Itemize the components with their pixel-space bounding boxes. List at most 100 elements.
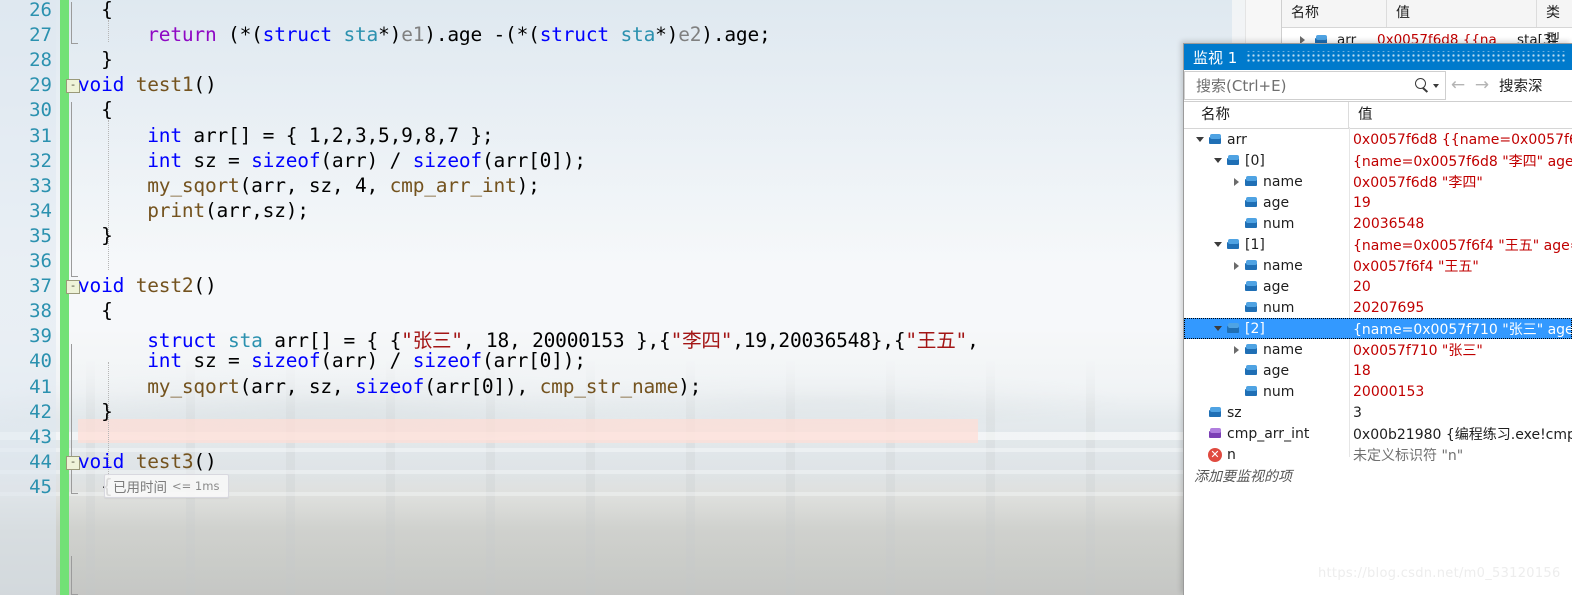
search-input[interactable] (1194, 75, 1415, 96)
code-line[interactable]: return (*(struct sta*)e1).age -(*(struct… (78, 23, 770, 46)
watch-row-name-cell[interactable]: age (1184, 195, 1349, 211)
code-lines[interactable]: 26 {27 return (*(struct sta*)e1).age -(*… (0, 0, 1281, 595)
code-editor[interactable]: 26 {27 return (*(struct sta*)e1).age -(*… (0, 0, 1281, 595)
code-line[interactable]: my_sqort(arr, sz, 4, cmp_arr_int); (78, 174, 540, 197)
watch-row[interactable]: ✕ n 未定义标识符 "n" (1184, 444, 1572, 465)
chevron-right-icon[interactable] (1230, 259, 1243, 272)
watch-window-titlebar[interactable]: 监视 1 (1184, 44, 1572, 70)
watch-window[interactable]: 监视 1 ← → 搜索深 名称 值 arr 0x0057f6d8 {{name=0… (1183, 43, 1572, 595)
watch-row-name-cell[interactable]: ✕ n (1184, 447, 1349, 463)
code-token: cmp_str_name (539, 374, 679, 398)
code-line[interactable]: my_sqort(arr, sz, sizeof(arr[0]), cmp_st… (78, 375, 701, 398)
code-line[interactable]: int arr[] = { 1,2,3,5,9,8,7 }; (78, 124, 493, 147)
locals-column-value[interactable]: 值 (1387, 0, 1537, 27)
search-depth-label[interactable]: 搜索深 (1499, 75, 1543, 96)
watch-row[interactable]: num 20036548 (1184, 213, 1572, 234)
watch-row-value[interactable]: 0x0057f6f4 "王五" (1349, 256, 1572, 276)
watch-row-value[interactable]: {name=0x0057f710 "张三" age= (1349, 319, 1572, 339)
watch-row-name-cell[interactable]: num (1184, 384, 1349, 400)
watch-row[interactable]: name 0x0057f710 "张三" (1184, 339, 1572, 360)
watch-row-value[interactable]: 0x0057f6d8 {{name=0x0057f6d8 (1349, 132, 1572, 148)
chevron-down-icon[interactable] (1212, 154, 1225, 167)
search-previous-button[interactable]: ← (1446, 71, 1470, 100)
code-line[interactable]: int sz = sizeof(arr) / sizeof(arr[0]); (78, 149, 586, 172)
watch-row-name-cell[interactable]: arr (1184, 132, 1349, 148)
watch-row-value[interactable]: 0x0057f710 "张三" (1349, 340, 1572, 360)
chevron-down-icon[interactable] (1194, 133, 1207, 146)
watch-row-value[interactable]: 20207695 (1349, 300, 1572, 316)
watch-row-name-cell[interactable]: age (1184, 279, 1349, 295)
watch-row-name-cell[interactable]: cmp_arr_int (1184, 426, 1349, 442)
watch-row-value[interactable]: 未定义标识符 "n" (1349, 445, 1572, 465)
watch-row-value[interactable]: 0x00b21980 {编程练习.exe!cmp_ (1349, 424, 1572, 444)
watch-row[interactable]: num 20207695 (1184, 297, 1572, 318)
line-number: 42 (29, 400, 52, 423)
watch-row-name: arr (1227, 131, 1247, 148)
watch-row-name-cell[interactable]: [2] (1184, 321, 1349, 337)
watch-row-value[interactable]: 20036548 (1349, 216, 1572, 232)
watch-row[interactable]: name 0x0057f6f4 "王五" (1184, 255, 1572, 276)
watch-row[interactable]: age 18 (1184, 360, 1572, 381)
search-icon[interactable] (1415, 78, 1430, 93)
watch-row-name-cell[interactable]: [1] (1184, 237, 1349, 253)
watch-row-name-cell[interactable]: name (1184, 258, 1349, 274)
watch-row-value[interactable]: 20 (1349, 279, 1572, 295)
code-line[interactable]: void test3() (78, 450, 217, 473)
code-line[interactable]: void test2() (78, 274, 217, 297)
code-line[interactable]: void test1() (78, 73, 217, 96)
watch-row[interactable]: sz 3 (1184, 402, 1572, 423)
watch-search-bar[interactable]: ← → 搜索深 (1184, 70, 1572, 102)
locals-column-name[interactable]: 名称 (1282, 0, 1387, 27)
watch-column-value[interactable]: 值 (1349, 102, 1572, 128)
line-number: 29 (29, 74, 52, 97)
watch-row[interactable]: arr 0x0057f6d8 {{name=0x0057f6d8 (1184, 129, 1572, 150)
code-line[interactable]: } (78, 224, 113, 247)
chevron-right-icon[interactable] (1230, 343, 1243, 356)
watch-row-value[interactable]: 3 (1349, 405, 1572, 421)
search-box[interactable] (1184, 71, 1446, 100)
code-token: ); (678, 374, 702, 398)
watch-row-name-cell[interactable]: num (1184, 216, 1349, 232)
locals-column-type[interactable]: 类型 (1537, 0, 1572, 48)
watch-row[interactable]: [1] {name=0x0057f6f4 "王五" age= (1184, 234, 1572, 255)
watch-row-name-cell[interactable]: num (1184, 300, 1349, 316)
watch-rows[interactable]: arr 0x0057f6d8 {{name=0x0057f6d8 [0] {name=… (1184, 129, 1572, 465)
code-line[interactable]: { (78, 0, 113, 21)
code-line[interactable]: } (78, 400, 113, 423)
code-line[interactable]: { (78, 98, 113, 121)
toggle-spacer (1230, 217, 1243, 230)
watch-row-name-cell[interactable]: [0] (1184, 153, 1349, 169)
search-next-button[interactable]: → (1470, 71, 1494, 100)
watch-row-value[interactable]: {name=0x0057f6d8 "李四" age= (1349, 151, 1572, 171)
watch-row[interactable]: num 20000153 (1184, 381, 1572, 402)
toggle-spacer (1230, 301, 1243, 314)
code-line[interactable]: int sz = sizeof(arr) / sizeof(arr[0]); (78, 349, 586, 372)
code-line[interactable]: print(arr,sz); (78, 199, 309, 222)
chevron-right-icon[interactable] (1230, 175, 1243, 188)
chevron-down-icon[interactable] (1433, 83, 1439, 88)
watch-add-item-row[interactable]: 添加要监视的项 (1184, 465, 1572, 486)
watch-row-name-cell[interactable]: name (1184, 342, 1349, 358)
watch-row[interactable]: age 20 (1184, 276, 1572, 297)
watch-column-name[interactable]: 名称 (1184, 102, 1349, 128)
watch-row[interactable]: cmp_arr_int 0x00b21980 {编程练习.exe!cmp_ (1184, 423, 1572, 444)
watch-row-value[interactable]: 0x0057f6d8 "李四" (1349, 172, 1572, 192)
code-line[interactable]: { (78, 299, 113, 322)
watch-row-name-cell[interactable]: name (1184, 174, 1349, 190)
watch-row-value[interactable]: 19 (1349, 195, 1572, 211)
watch-row[interactable]: [2] {name=0x0057f710 "张三" age= (1184, 318, 1572, 339)
code-line[interactable]: } (78, 48, 113, 71)
watch-row[interactable]: age 19 (1184, 192, 1572, 213)
watch-row-value[interactable]: 20000153 (1349, 384, 1572, 400)
watch-row-value[interactable]: 18 (1349, 363, 1572, 379)
titlebar-drag-dots[interactable] (1246, 51, 1566, 63)
watch-row[interactable]: [0] {name=0x0057f6d8 "李四" age= (1184, 150, 1572, 171)
chevron-down-icon[interactable] (1212, 238, 1225, 251)
watch-row[interactable]: name 0x0057f6d8 "李四" (1184, 171, 1572, 192)
watch-row-name-cell[interactable]: sz (1184, 405, 1349, 421)
watch-row-name-cell[interactable]: age (1184, 363, 1349, 379)
code-token: (arr, sz, (239, 374, 355, 398)
watch-row-value[interactable]: {name=0x0057f6f4 "王五" age= (1349, 235, 1572, 255)
chevron-down-icon[interactable] (1212, 322, 1225, 335)
